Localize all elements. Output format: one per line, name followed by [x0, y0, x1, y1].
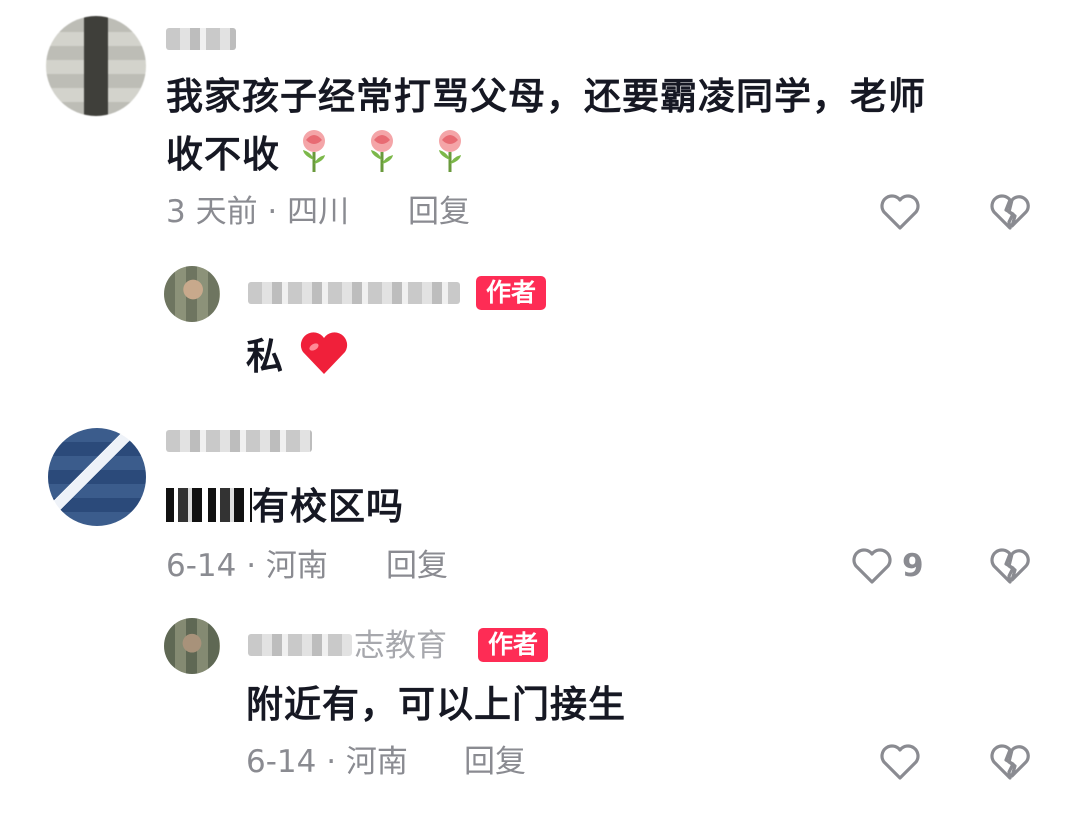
rose-emoji [430, 128, 470, 185]
comment-text-tail: 收不收 [166, 133, 280, 176]
rose-emoji [294, 128, 334, 185]
heart-outline-icon[interactable] [878, 190, 922, 234]
heart-outline-icon[interactable] [850, 544, 894, 588]
avatar[interactable] [48, 428, 146, 526]
heart-outline-icon[interactable] [878, 740, 922, 784]
comment-meta: 6-14 · 河南 [166, 548, 328, 584]
reply-button[interactable]: 回复 [408, 192, 470, 232]
author-badge: 作者 [478, 628, 549, 662]
red-heart-emoji [298, 330, 350, 387]
broken-heart-icon[interactable] [988, 544, 1032, 588]
comment-meta: 3 天前 · 四川 [166, 194, 350, 230]
comment-text: 有校区吗 [252, 485, 404, 528]
avatar[interactable] [46, 16, 146, 116]
reply-text: 私 [246, 330, 350, 387]
author-name-blurred[interactable] [248, 634, 352, 656]
reply-meta: 6-14 · 河南 [246, 744, 408, 780]
username-blurred[interactable] [166, 430, 312, 452]
like-count: 9 [902, 548, 924, 584]
author-name-suffix[interactable]: 志教育 [354, 626, 447, 666]
broken-heart-icon[interactable] [988, 740, 1032, 784]
reply-text: 附近有，可以上门接生 [246, 683, 626, 726]
author-avatar[interactable] [164, 266, 220, 322]
username-blurred[interactable] [166, 28, 236, 50]
comment-text: 我家孩子经常打骂父母，还要霸凌同学，老师 [166, 75, 926, 118]
author-avatar[interactable] [164, 618, 220, 674]
rose-emoji [362, 128, 402, 185]
blurred-text [166, 488, 252, 522]
reply-button[interactable]: 回复 [386, 546, 448, 586]
cropped-like-icons [880, 392, 1040, 398]
comment-text-line2: 收不收 [166, 128, 470, 185]
author-badge: 作者 [476, 276, 547, 310]
author-name-blurred[interactable] [248, 282, 460, 304]
reply-text-content: 私 [246, 335, 284, 378]
reply-button[interactable]: 回复 [464, 742, 526, 782]
broken-heart-icon[interactable] [988, 190, 1032, 234]
